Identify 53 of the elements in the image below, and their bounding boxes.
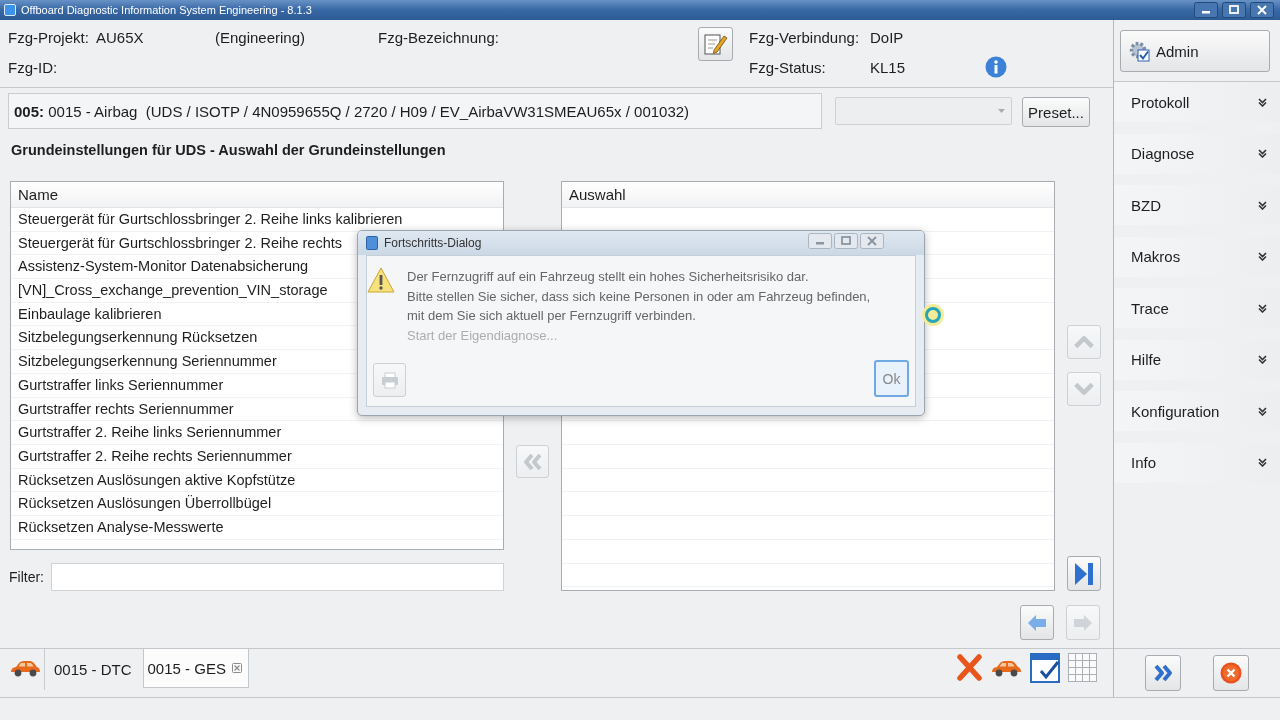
window-icon: [366, 236, 378, 250]
checklist-icon[interactable]: [1030, 652, 1060, 683]
double-chevron-right-icon: [1153, 664, 1173, 682]
list-item[interactable]: Rücksetzen Auslösungen Überrollbügel: [11, 492, 503, 516]
next-button[interactable]: [1145, 655, 1181, 691]
field-value: KL15: [870, 58, 906, 76]
field-label: Fzg-Verbindung:: [749, 28, 860, 46]
control-unit-path: 005: 0015 - Airbag (UDS / ISOTP / 4N0959655Q / 2720 / H09 / EV_AirbaVW31SMEAU65x / 001032): [8, 93, 822, 129]
field-value: DoIP: [870, 28, 904, 46]
printer-icon: [380, 371, 399, 389]
skip-to-end-button[interactable]: [1067, 556, 1101, 591]
close-icon[interactable]: [1250, 2, 1274, 18]
field-value: (Engineering): [215, 28, 306, 46]
info-icon[interactable]: [985, 56, 1007, 78]
arrow-right-icon: [1073, 613, 1093, 632]
skip-to-end-icon: [1074, 561, 1094, 586]
exit-button[interactable]: [1213, 655, 1249, 691]
list-item[interactable]: Gurtstraffer 2. Reihe rechts Seriennummer: [11, 444, 503, 469]
car-icon[interactable]: [991, 658, 1022, 677]
maximize-icon[interactable]: [1222, 2, 1246, 18]
dialog-title: Fortschritts-Dialog: [384, 236, 482, 250]
chevron-up-icon: [1073, 333, 1095, 351]
cross-icon[interactable]: [956, 653, 983, 682]
car-icon: [10, 658, 41, 677]
field-label: Fzg-Status:: [749, 58, 826, 76]
edit-button[interactable]: [698, 27, 733, 61]
chevron-down-icon: [1073, 380, 1095, 398]
busy-cursor-icon: [922, 304, 944, 326]
tab[interactable]: 0015 - DTC: [44, 649, 141, 690]
field-label: Fzg-Projekt:: [8, 28, 89, 46]
warning-icon: [367, 267, 395, 293]
section-heading: Grundeinstellungen für UDS - Auswahl der Grundeinstellungen: [10, 141, 447, 159]
filter-label: Filter:: [9, 569, 45, 585]
field-label: Fzg-ID:: [8, 58, 58, 76]
back-button[interactable]: [1020, 605, 1054, 640]
filter-input[interactable]: [51, 563, 504, 591]
edit-icon: [703, 33, 728, 55]
preset-button[interactable]: Preset...: [1022, 97, 1090, 127]
gear-check-icon: [1129, 40, 1150, 62]
close-icon: [1220, 662, 1242, 684]
admin-button[interactable]: Admin: [1120, 30, 1270, 72]
field-value: AU65X: [96, 28, 144, 46]
double-chevron-left-icon: [522, 452, 543, 471]
tab[interactable]: 0015 - GES: [142, 649, 249, 688]
minimize-icon[interactable]: [1194, 2, 1218, 18]
window-title: Offboard Diagnostic Information System Engineering - 8.1.3: [21, 4, 313, 16]
arrow-left-icon: [1027, 613, 1047, 632]
field-label: Fzg-Bezeichnung:: [378, 28, 499, 46]
list-item[interactable]: Gurtstraffer 2. Reihe links Seriennummer: [11, 421, 503, 445]
list-item[interactable]: Rücksetzen Auslösungen aktive Kopfstütze: [11, 468, 503, 493]
app-icon: [4, 4, 16, 16]
list-item[interactable]: Rücksetzen Analyse-Messwerte: [11, 515, 503, 540]
caret-icon: [998, 109, 1005, 113]
